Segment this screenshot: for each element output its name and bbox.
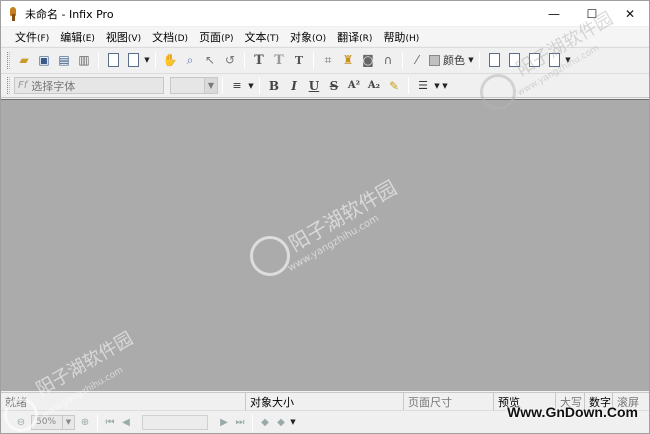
format-toolbar: Ff 选择字体 ▼ ≡ ▼ B I U S A² A₂ ✎ ☰ ▼ ▼ (1, 73, 649, 98)
site-brand-watermark: Www.GnDown.Com (507, 404, 638, 420)
align-left-icon[interactable]: ≡ (227, 76, 247, 96)
page-info-icon[interactable] (524, 50, 544, 70)
menu-bar: 文件(F) 编辑(E) 视图(V) 文档(D) 页面(P) 文本(T) 对象(O… (1, 27, 649, 46)
align-dropdown-icon[interactable]: ▼ (247, 76, 255, 96)
page-options-dropdown-icon[interactable]: ▼ (143, 50, 151, 70)
toolbar-separator (313, 51, 314, 69)
toolbar-separator (479, 51, 480, 69)
toolbar-grip[interactable] (7, 51, 10, 69)
font-select[interactable]: Ff 选择字体 (14, 77, 164, 94)
crop-tool-icon[interactable]: ⌗ (318, 50, 338, 70)
link-tool-icon[interactable]: ∩ (378, 50, 398, 70)
app-window: 未命名 - Infix Pro — ☐ ✕ 文件(F) 编辑(E) 视图(V) … (0, 0, 650, 434)
save-as-icon[interactable]: ▤ (54, 50, 74, 70)
save-icon[interactable]: ▣ (34, 50, 54, 70)
italic-button[interactable]: I (284, 76, 304, 96)
chevron-down-icon[interactable]: ▼ (62, 415, 74, 429)
menu-help[interactable]: 帮助(H) (379, 29, 423, 45)
export-icon[interactable] (504, 50, 524, 70)
bold-button[interactable]: B (264, 76, 284, 96)
font-size-select[interactable]: ▼ (170, 77, 218, 94)
window-controls: — ☐ ✕ (535, 1, 649, 26)
superscript-button[interactable]: A² (344, 76, 364, 96)
insert-page-icon[interactable] (103, 50, 123, 70)
first-page-icon[interactable]: ⏮ (102, 414, 118, 430)
next-page-icon[interactable]: ▶ (216, 414, 232, 430)
color-dropdown-icon[interactable]: ▼ (467, 50, 475, 70)
camera-tool-icon[interactable]: ◙ (358, 50, 378, 70)
translate-icon[interactable] (484, 50, 504, 70)
color-swatch (429, 54, 440, 66)
window-title: 未命名 - Infix Pro (25, 7, 114, 21)
main-toolbar: ▰ ▣ ▤ ▥ ▼ ✋ ⌕ ↖ ↺ T T T ⌗ ♜ ◙ ∩ ⁄ 颜色 ▼ ▼ (1, 47, 649, 72)
print-icon[interactable]: ▥ (74, 50, 94, 70)
line-spacing-icon[interactable]: ☰ (413, 76, 433, 96)
previous-page-icon[interactable]: ◀ (118, 414, 134, 430)
minimize-button[interactable]: — (535, 1, 573, 26)
nav-dropdown-icon[interactable]: ▼ (289, 412, 297, 432)
line-spacing-dropdown-icon[interactable]: ▼ (433, 76, 441, 96)
text-tool-icon[interactable]: T (249, 50, 269, 70)
text-hand-tool-icon[interactable]: T (289, 50, 309, 70)
hand-tool-icon[interactable]: ✋ (160, 50, 180, 70)
text-outline-tool-icon[interactable]: T (269, 50, 289, 70)
toolbar-separator (222, 77, 223, 94)
subscript-button[interactable]: A₂ (364, 76, 384, 96)
toolbar-separator (98, 51, 99, 69)
close-button[interactable]: ✕ (611, 1, 649, 26)
menu-object[interactable]: 对象(O) (286, 29, 330, 45)
document-workspace[interactable] (1, 99, 649, 391)
toolbar-separator (259, 77, 260, 94)
toolbar-separator (97, 413, 98, 431)
menu-translate[interactable]: 翻译(R) (333, 29, 376, 45)
status-page-size: 页面尺寸 (404, 393, 494, 410)
color-label: 颜色 (443, 54, 465, 67)
underline-button[interactable]: U (304, 76, 324, 96)
title-bar[interactable]: 未命名 - Infix Pro — ☐ ✕ (1, 1, 649, 26)
toolbar-grip[interactable] (7, 77, 10, 94)
rotate-tool-icon[interactable]: ↺ (220, 50, 240, 70)
page-options-icon[interactable] (123, 50, 143, 70)
more-dropdown-icon[interactable]: ▼ (564, 50, 572, 70)
status-object-size: 对象大小 (246, 393, 404, 410)
menu-file[interactable]: 文件(F) (11, 29, 53, 45)
toolbar-separator (252, 413, 253, 431)
font-placeholder: 选择字体 (31, 79, 76, 93)
menu-text[interactable]: 文本(T) (241, 29, 284, 45)
toolbar-overflow-icon[interactable]: ▼ (441, 76, 449, 96)
eyedropper-icon[interactable]: ⁄ (407, 50, 427, 70)
toolbar-separator (155, 51, 156, 69)
open-icon[interactable]: ▰ (14, 50, 34, 70)
page-number-input[interactable] (142, 414, 208, 430)
status-state: 就绪 (1, 393, 246, 410)
back-icon[interactable]: ◆ (257, 414, 273, 430)
menu-document[interactable]: 文档(D) (148, 29, 192, 45)
zoom-out-icon[interactable]: ⊖ (13, 414, 29, 430)
zoom-value: 50% (36, 417, 57, 427)
zoom-tool-icon[interactable]: ⌕ (180, 50, 200, 70)
font-icon: Ff (18, 80, 28, 91)
color-picker[interactable]: 颜色 (427, 52, 467, 68)
maximize-button[interactable]: ☐ (573, 1, 611, 26)
menu-view[interactable]: 视图(V) (102, 29, 145, 45)
menu-page[interactable]: 页面(P) (195, 29, 237, 45)
toolbar-separator (408, 77, 409, 94)
select-tool-icon[interactable]: ↖ (200, 50, 220, 70)
zoom-select[interactable]: 50% ▼ (31, 414, 75, 430)
forward-icon[interactable]: ◆ (273, 414, 289, 430)
toolbar-separator (244, 51, 245, 69)
zoom-in-icon[interactable]: ⊕ (77, 414, 93, 430)
menu-edit[interactable]: 编辑(E) (56, 29, 99, 45)
delete-page-icon[interactable] (544, 50, 564, 70)
strikethrough-button[interactable]: S (324, 76, 344, 96)
last-page-icon[interactable]: ⏭ (232, 414, 248, 430)
app-logo-icon (9, 6, 19, 21)
highlight-icon[interactable]: ✎ (384, 76, 404, 96)
toolbar-separator (402, 51, 403, 69)
stamp-tool-icon[interactable]: ♜ (338, 50, 358, 70)
chevron-down-icon[interactable]: ▼ (204, 78, 217, 93)
